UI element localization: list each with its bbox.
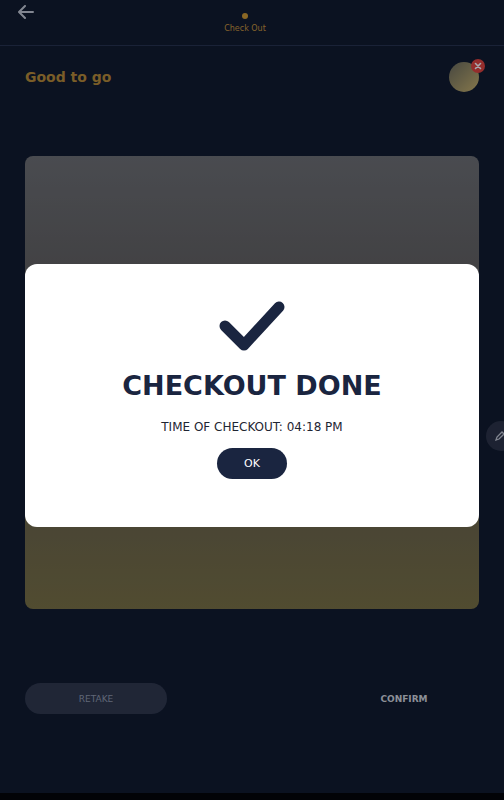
ok-button[interactable]: OK [217, 448, 287, 479]
checkout-dialog: CHECKOUT DONE TIME OF CHECKOUT: 04:18 PM O… [25, 264, 479, 527]
dialog-title: CHECKOUT DONE [122, 370, 381, 402]
checkout-screen: Check OutGood to goRETAKECONFIRMCHECKOUT… [0, 0, 504, 800]
check-icon [219, 300, 285, 352]
checkout-time: TIME OF CHECKOUT: 04:18 PM [161, 420, 342, 434]
